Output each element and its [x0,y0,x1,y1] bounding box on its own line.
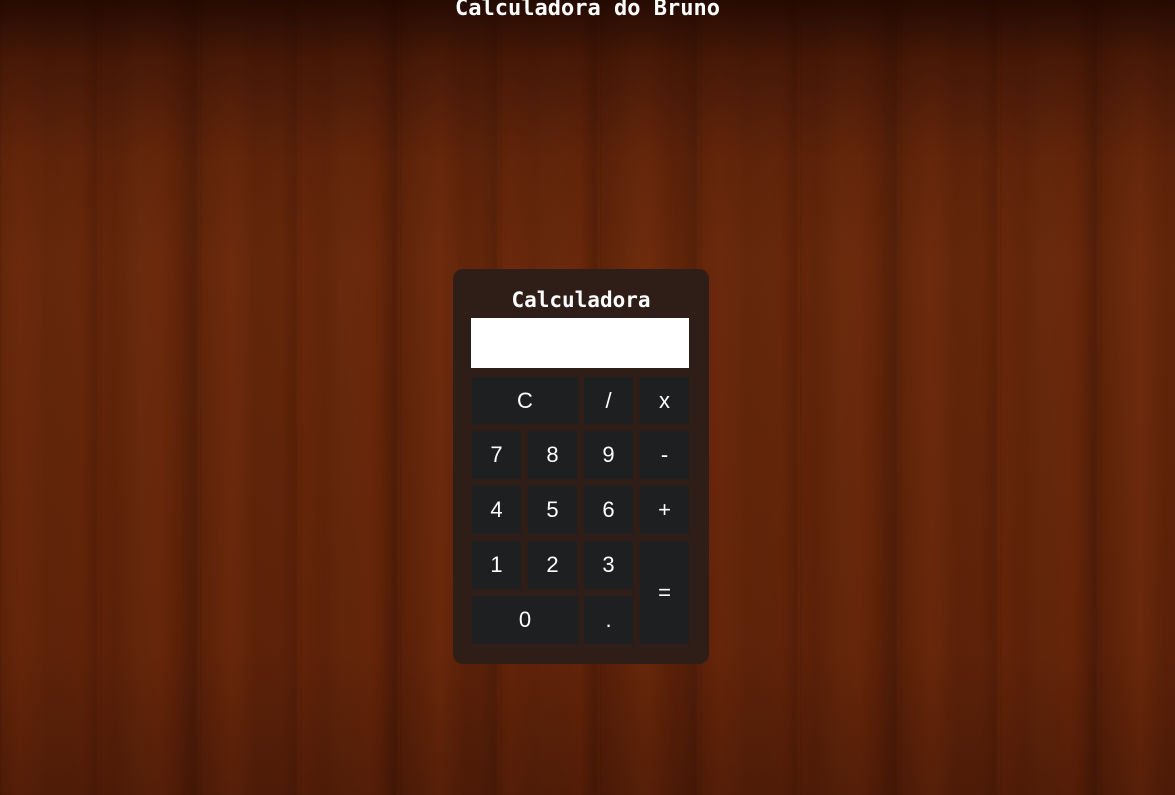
seven-button[interactable]: 7 [472,431,521,479]
page-title: Calculadora do Bruno [455,0,720,21]
calculator-display[interactable] [471,318,689,368]
three-button[interactable]: 3 [584,541,633,589]
divide-button[interactable]: / [584,377,633,424]
clear-button[interactable]: C [472,377,578,424]
calculator-panel: Calculadora C / x 7 8 9 - 4 5 6 + 1 2 3 … [453,269,709,664]
six-button[interactable]: 6 [584,486,633,534]
decimal-button[interactable]: . [584,596,633,644]
subtract-button[interactable]: - [640,431,689,479]
add-button[interactable]: + [640,486,689,534]
multiply-button[interactable]: x [640,377,689,424]
five-button[interactable]: 5 [528,486,577,534]
calculator-title: Calculadora [511,288,651,312]
zero-button[interactable]: 0 [472,596,578,644]
one-button[interactable]: 1 [472,541,521,589]
nine-button[interactable]: 9 [584,431,633,479]
two-button[interactable]: 2 [528,541,577,589]
eight-button[interactable]: 8 [528,431,577,479]
equals-button[interactable]: = [640,541,689,644]
four-button[interactable]: 4 [472,486,521,534]
